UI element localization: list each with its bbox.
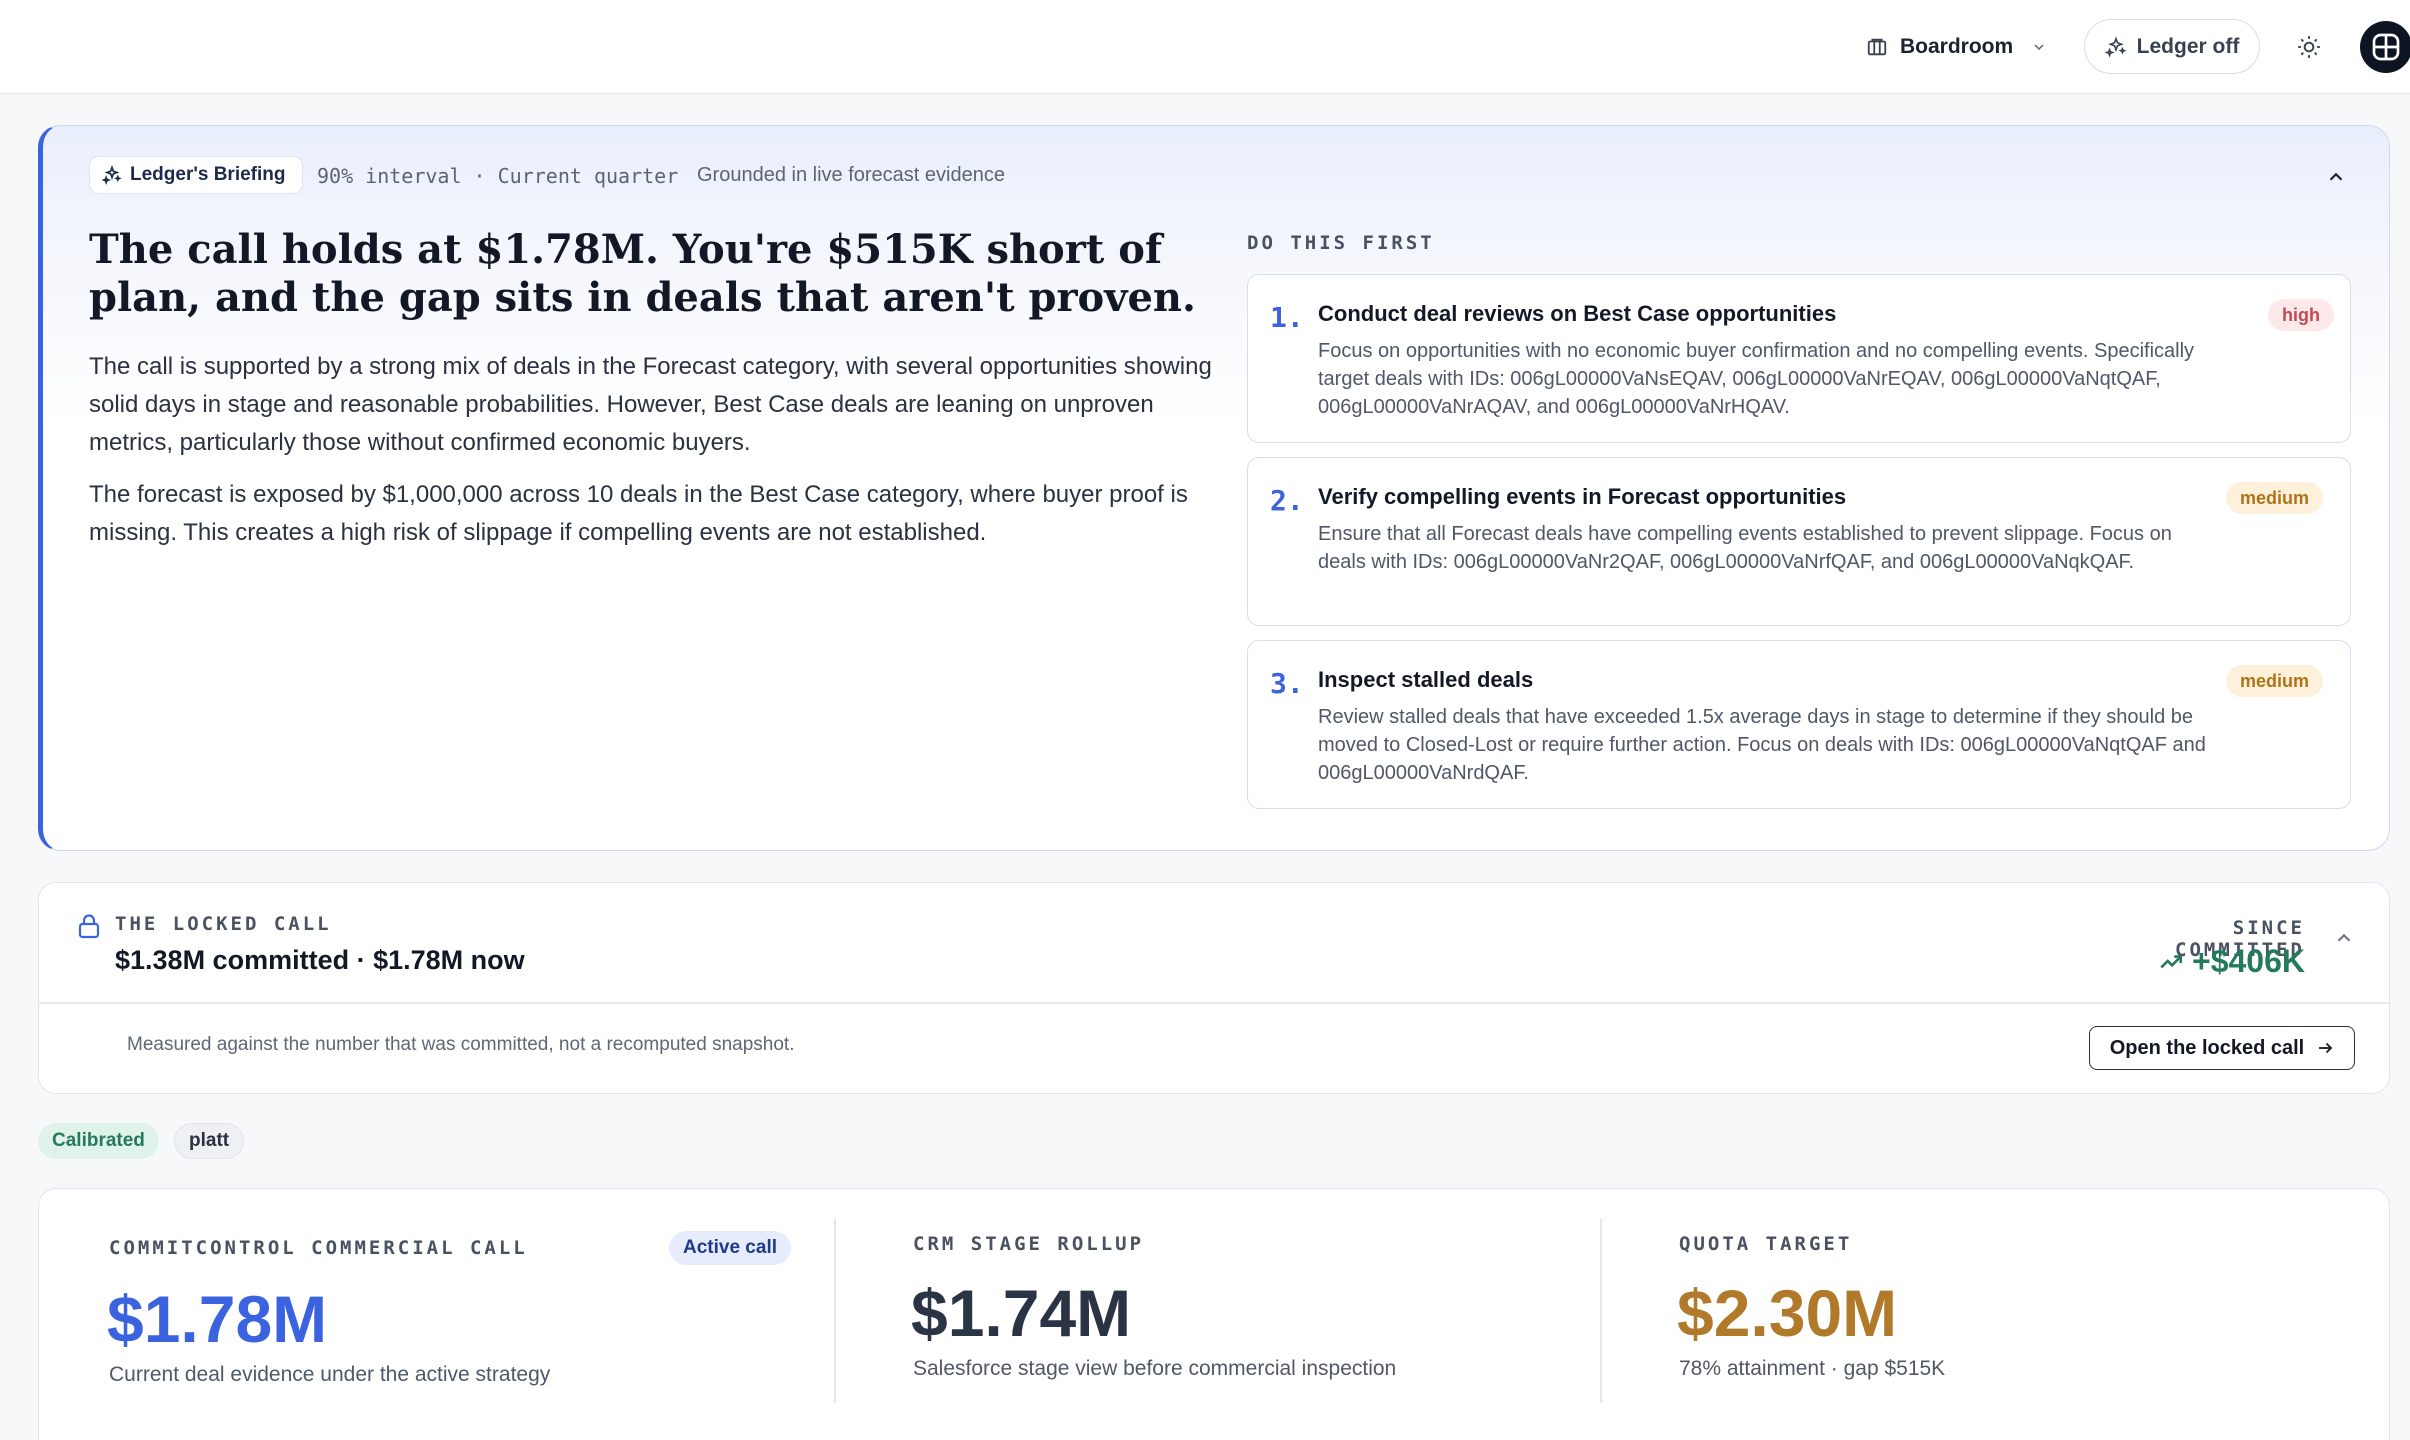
action-title: Inspect stalled deals <box>1318 667 1534 692</box>
chevron-up-icon <box>2337 933 2351 942</box>
metric-subtitle: Current deal evidence under the active s… <box>109 1363 551 1386</box>
action-number: 2. <box>1270 484 1304 517</box>
priority-badge: medium <box>2226 482 2324 514</box>
since-committed-delta: +$406K <box>2105 943 2305 980</box>
chevron-up-icon <box>2329 172 2343 181</box>
priority-badge: high <box>2268 299 2334 331</box>
platt-tag: platt <box>174 1123 245 1159</box>
action-description: Focus on opportunities with no economic … <box>1318 340 2195 418</box>
chevron-down-icon <box>2034 44 2044 51</box>
since-committed-value: +$406K <box>2192 943 2305 979</box>
locked-call-label: THE LOCKED CALL <box>115 913 332 935</box>
metric-subtitle: Salesforce stage view before commercial … <box>913 1357 1397 1380</box>
briefing-collapse-button[interactable] <box>2321 162 2351 192</box>
trending-up-icon <box>2160 954 2183 968</box>
app-logo-icon <box>2372 33 2400 61</box>
lock-icon <box>77 913 101 944</box>
action-number: 3. <box>1270 667 1304 700</box>
metric-value: $2.30M <box>1677 1276 1898 1350</box>
sparkles-icon <box>102 165 122 185</box>
forecast-metrics-card: COMMITCONTROL COMMERCIAL CALL Active cal… <box>38 1188 2390 1440</box>
action-number: 1. <box>1270 301 1304 334</box>
metric-value: $1.78M <box>107 1282 328 1356</box>
action-title: Conduct deal reviews on Best Case opport… <box>1318 301 1837 326</box>
metric-label: COMMITCONTROL COMMERCIAL CALL <box>109 1237 528 1259</box>
action-item[interactable]: 3. Inspect stalled deals Review stalled … <box>1247 640 2351 809</box>
do-this-first-label: DO THIS FIRST <box>1247 232 1435 254</box>
locked-call-value: $1.38M committed · $1.78M now <box>115 945 525 975</box>
action-description: Review stalled deals that have exceeded … <box>1318 706 2206 784</box>
workspace-switcher[interactable]: Boardroom <box>1866 28 2047 66</box>
briefing-paragraph: The call is supported by a strong mix of… <box>89 353 1212 456</box>
metric-label: CRM STAGE ROLLUP <box>913 1233 1145 1255</box>
divider <box>39 1002 2389 1004</box>
ledger-toggle-button[interactable]: Ledger off <box>2084 19 2260 74</box>
metric-subtitle: 78% attainment · gap $515K <box>1679 1357 1946 1380</box>
arrow-right-icon <box>2319 1042 2333 1054</box>
briefing-paragraph: The forecast is exposed by $1,000,000 ac… <box>89 481 1188 546</box>
workspace-name: Boardroom <box>1900 35 2014 58</box>
ledger-toggle-label: Ledger off <box>2136 34 2240 58</box>
sun-icon <box>2298 36 2320 58</box>
ledger-briefing-card: Ledger's Briefing 90% interval · Current… <box>38 125 2390 851</box>
briefing-pill: Ledger's Briefing <box>89 156 303 194</box>
action-item[interactable]: 1. Conduct deal reviews on Best Case opp… <box>1247 274 2351 443</box>
briefing-pill-label: Ledger's Briefing <box>130 164 286 185</box>
briefing-headline: The call holds at $1.78M. You're $515K s… <box>89 226 1196 321</box>
metric-value: $1.74M <box>911 1276 1132 1350</box>
locked-call-collapse-button[interactable] <box>2329 923 2359 953</box>
calibrated-tag: Calibrated <box>38 1123 159 1159</box>
action-description: Ensure that all Forecast deals have comp… <box>1318 523 2172 573</box>
building-icon <box>1867 38 1887 56</box>
app-logo-avatar[interactable] <box>2360 21 2410 73</box>
top-bar: Boardroom Ledger off <box>0 0 2410 94</box>
action-item[interactable]: 2. Verify compelling events in Forecast … <box>1247 457 2351 626</box>
active-call-badge: Active call <box>669 1231 791 1265</box>
open-locked-call-label: Open the locked call <box>2109 1036 2305 1059</box>
locked-call-card: THE LOCKED CALL $1.38M committed · $1.78… <box>38 882 2390 1094</box>
briefing-meta: 90% interval · Current quarter <box>317 164 679 188</box>
action-title: Verify compelling events in Forecast opp… <box>1318 484 1847 509</box>
open-locked-call-button[interactable]: Open the locked call <box>2089 1026 2355 1070</box>
locked-call-note: Measured against the number that was com… <box>127 1034 795 1055</box>
priority-badge: medium <box>2226 665 2324 697</box>
metric-quota-target: QUOTA TARGET $2.30M 78% attainment · gap… <box>1601 1189 2391 1429</box>
metric-commitcontrol-call: COMMITCONTROL COMMERCIAL CALL Active cal… <box>39 1189 835 1429</box>
briefing-grounded-note: Grounded in live forecast evidence <box>697 164 1005 186</box>
sparkles-icon <box>2104 35 2127 58</box>
theme-toggle-button[interactable] <box>2292 30 2326 64</box>
metric-label: QUOTA TARGET <box>1679 1233 1853 1255</box>
metric-crm-stage-rollup: CRM STAGE ROLLUP $1.74M Salesforce stage… <box>835 1189 1601 1429</box>
